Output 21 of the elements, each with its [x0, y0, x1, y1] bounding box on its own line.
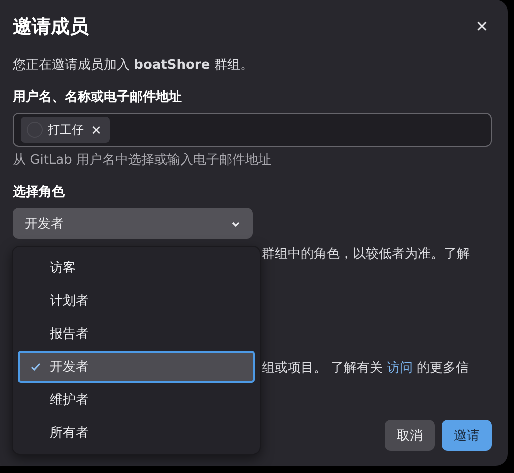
help-text: 从 GitLab 用户名中选择或输入电子邮件地址 — [13, 152, 273, 169]
access-link[interactable]: 访问 — [387, 361, 414, 376]
role-option[interactable]: 开发者 — [18, 351, 255, 383]
role-option[interactable]: 维护者 — [18, 384, 255, 416]
field-label: 用户名、名称或电子邮件地址 — [13, 88, 183, 106]
check-icon — [30, 361, 42, 373]
user-name: 打工仔 — [48, 122, 84, 138]
field-label: 选择角色 — [13, 184, 66, 201]
role-note: 群组中的角色，以较低者为准。了解 — [261, 246, 471, 263]
invite-button[interactable]: 邀请 — [442, 420, 492, 451]
intro-text: 您正在邀请成员加入 boatShore 群组。 — [13, 57, 254, 74]
role-option[interactable]: 计划者 — [18, 285, 255, 317]
role-option[interactable]: 所有者 — [18, 417, 255, 449]
cancel-button[interactable]: 取消 — [385, 420, 435, 451]
dialog-title: 邀请成员 — [13, 15, 89, 40]
invitee-field[interactable]: 打工仔 ✕ — [13, 113, 492, 147]
role-select[interactable]: 开发者 — [13, 208, 253, 239]
close-button[interactable]: × — [472, 16, 492, 38]
role-option[interactable]: 报告者 — [18, 318, 255, 350]
remove-button[interactable]: ✕ — [89, 122, 104, 138]
role-option[interactable]: 访客 — [18, 252, 255, 284]
